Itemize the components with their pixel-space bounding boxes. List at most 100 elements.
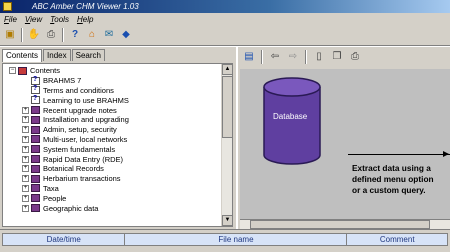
hand-icon[interactable]: ✋ <box>27 28 41 42</box>
book-icon <box>31 145 40 154</box>
horizontal-scrollbar[interactable] <box>240 219 450 229</box>
forward-icon[interactable]: ⇨ <box>286 50 300 64</box>
book-icon <box>31 125 40 134</box>
tree-item-label: Botanical Records <box>43 164 104 174</box>
tree-item-label: Terms and conditions <box>43 85 114 95</box>
tree-item-label: BRAHMS 7 <box>43 76 82 86</box>
mail-icon[interactable]: ✉ <box>102 28 116 42</box>
toolbar-separator <box>305 50 307 64</box>
help-icon[interactable]: ? <box>68 28 82 42</box>
page-icon[interactable]: ▯ <box>312 50 326 64</box>
book-icon <box>31 194 40 203</box>
expand-toggle[interactable]: + <box>22 116 29 124</box>
tree-item[interactable]: BRAHMS 7 <box>3 76 222 86</box>
tab-index[interactable]: Index <box>43 49 71 61</box>
tree-item[interactable]: + Multi-user, local networks <box>3 135 222 145</box>
info-icon[interactable]: ◆ <box>119 28 133 42</box>
expand-toggle[interactable]: + <box>22 165 29 173</box>
tree-item[interactable]: + Rapid Data Entry (RDE) <box>3 154 222 164</box>
menu-view[interactable]: View <box>25 15 42 24</box>
tree-item-label: People <box>43 193 67 203</box>
tree-item[interactable]: + Geographic data <box>3 203 222 213</box>
help-page-icon <box>31 85 40 95</box>
contents-tree: − Contents BRAHMS 7Terms and conditionsL… <box>2 63 233 227</box>
tab-contents[interactable]: Contents <box>2 49 43 62</box>
toolbar-separator <box>261 50 263 64</box>
title-bar: ABC Amber CHM Viewer 1.03 <box>0 0 450 13</box>
copy-icon[interactable]: ❐ <box>330 50 344 64</box>
database-cylinder <box>263 77 321 165</box>
tree-list: − Contents BRAHMS 7Terms and conditionsL… <box>3 64 222 226</box>
sync-icon[interactable]: ▤ <box>242 50 256 64</box>
book-icon <box>31 106 40 115</box>
database-label: Database <box>273 112 308 121</box>
tree-item[interactable]: + Botanical Records <box>3 164 222 174</box>
home-icon[interactable]: ⌂ <box>85 28 99 42</box>
expand-toggle[interactable]: + <box>22 126 29 134</box>
menu-file[interactable]: File <box>4 15 17 24</box>
expand-toggle[interactable]: + <box>22 204 29 212</box>
extract-description: Extract data using a defined menu option… <box>352 163 434 196</box>
collapse-toggle[interactable]: − <box>9 67 16 75</box>
expand-toggle[interactable]: + <box>22 135 29 143</box>
scroll-thumb[interactable] <box>222 76 232 138</box>
horizontal-scroll-thumb[interactable] <box>250 220 430 229</box>
tree-item-label: Herbarium transactions <box>43 174 121 184</box>
vertical-scrollbar[interactable]: ▲ ▼ <box>221 64 232 226</box>
tree-item[interactable]: + Admin, setup, security <box>3 125 222 135</box>
tree-item[interactable]: + System fundamentals <box>3 144 222 154</box>
tree-item[interactable]: + Herbarium transactions <box>3 174 222 184</box>
scroll-down-button[interactable]: ▼ <box>222 215 232 226</box>
tab-search[interactable]: Search <box>71 49 105 61</box>
expand-toggle[interactable]: + <box>22 184 29 192</box>
toolbar-separator <box>21 28 23 42</box>
menu-help[interactable]: Help <box>77 15 93 24</box>
window-title: ABC Amber CHM Viewer 1.03 <box>32 2 139 11</box>
menu-bar: File View Tools Help <box>0 13 450 25</box>
tree-item-label: Geographic data <box>43 203 99 213</box>
tree-item-label: System fundamentals <box>43 144 116 154</box>
column-date-time[interactable]: Date/time <box>3 234 126 245</box>
tree-root[interactable]: − Contents <box>3 66 222 76</box>
tree-item[interactable]: + Recent upgrade notes <box>3 105 222 115</box>
book-icon <box>31 135 40 144</box>
description-line: Extract data using a <box>352 163 431 173</box>
tree-root-label: Contents <box>30 66 61 76</box>
column-file-name[interactable]: File name <box>125 234 348 245</box>
help-page-content: Database Extract data using a defined me… <box>240 69 450 229</box>
arrow-head <box>443 151 449 157</box>
app-icon <box>3 2 12 11</box>
tree-item[interactable]: + People <box>3 193 222 203</box>
menu-tools[interactable]: Tools <box>50 15 69 24</box>
expand-toggle[interactable]: + <box>22 155 29 163</box>
print-icon[interactable]: ⎙ <box>348 50 362 64</box>
expand-toggle[interactable]: + <box>22 194 29 202</box>
print-icon[interactable]: ⎙ <box>44 28 58 42</box>
expand-toggle[interactable]: + <box>22 106 29 114</box>
scroll-up-button[interactable]: ▲ <box>222 64 232 75</box>
tree-item[interactable]: Terms and conditions <box>3 85 222 96</box>
tree-item[interactable]: Learning to use BRAHMS <box>3 95 222 105</box>
navigation-pane: Contents Index Search − Contents BRAHMS … <box>0 47 236 229</box>
toolbar-separator <box>62 28 64 42</box>
tree-item[interactable]: + Taxa <box>3 184 222 194</box>
back-icon[interactable]: ⇦ <box>268 50 282 64</box>
tree-item-label: Learning to use BRAHMS <box>43 95 129 105</box>
book-icon <box>31 115 40 124</box>
open-icon[interactable]: ▣ <box>3 28 17 42</box>
history-header: Date/time File name Comment <box>2 233 448 246</box>
tree-item-label: Admin, setup, security <box>43 125 117 135</box>
column-comment[interactable]: Comment <box>347 234 447 245</box>
main-toolbar: ▣ ✋ ⎙ ? ⌂ ✉ ◆ <box>0 25 450 46</box>
tree-item-label: Installation and upgrading <box>43 115 129 125</box>
tree-item-label: Recent upgrade notes <box>43 105 117 115</box>
book-icon <box>31 204 40 213</box>
history-panel: Date/time File name Comment <box>0 229 450 252</box>
expand-toggle[interactable]: + <box>22 175 29 183</box>
tree-item[interactable]: + Installation and upgrading <box>3 115 222 125</box>
expand-toggle[interactable]: + <box>22 145 29 153</box>
book-icon <box>31 184 40 193</box>
help-page-icon <box>31 76 40 85</box>
tree-item-label: Multi-user, local networks <box>43 134 128 144</box>
description-line: defined menu option <box>352 174 434 184</box>
